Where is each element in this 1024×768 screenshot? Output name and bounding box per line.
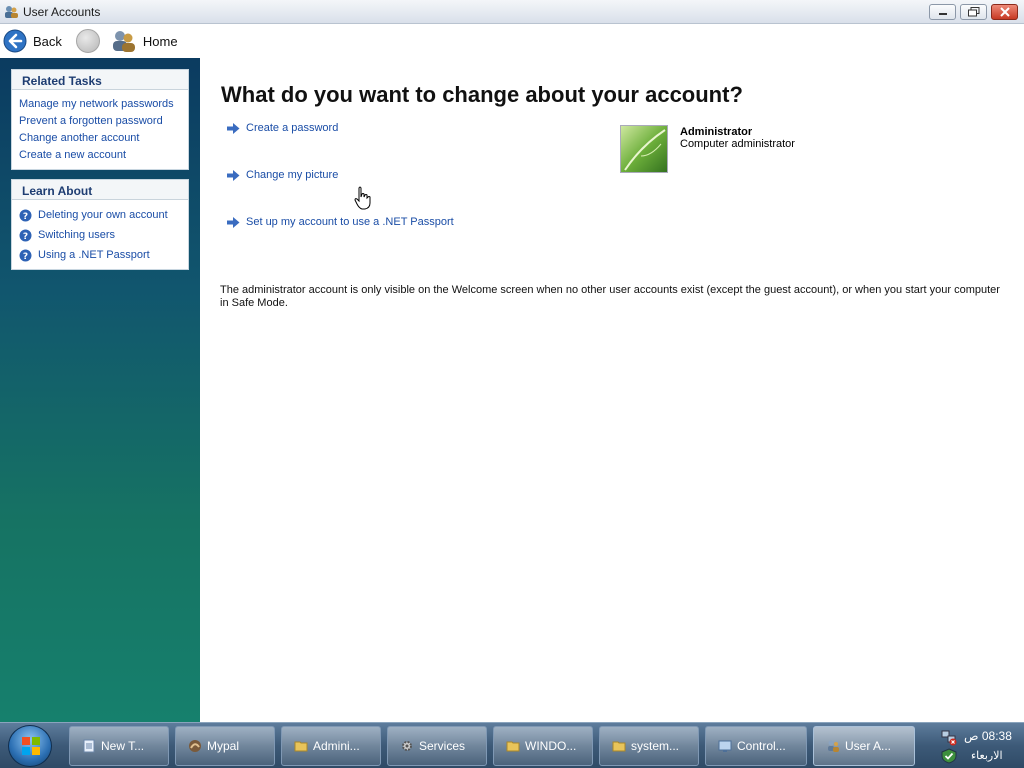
home-button[interactable]: Home xyxy=(111,29,178,53)
taskbar-button-label: Control... xyxy=(737,739,786,753)
related-tasks-panel: Related Tasks Manage my network password… xyxy=(11,69,189,170)
back-arrow-icon xyxy=(3,29,27,53)
forward-button[interactable] xyxy=(75,29,100,53)
help-icon: ? xyxy=(19,249,32,262)
restore-icon xyxy=(967,7,979,17)
create-password-label: Create a password xyxy=(246,122,339,134)
taskbar: New T... Mypal Admini... Services WINDO.… xyxy=(0,722,1024,768)
learn-about-panel: Learn About ? Deleting your own account … xyxy=(11,179,189,270)
administrator-note: The administrator account is only visibl… xyxy=(220,284,1000,309)
taskbar-button-label: WINDO... xyxy=(525,739,577,753)
network-icon[interactable] xyxy=(940,728,958,746)
windows-logo-icon xyxy=(22,737,40,755)
taskbar-button-windows[interactable]: WINDO... xyxy=(493,726,593,766)
taskbar-button-label: User A... xyxy=(845,739,892,753)
taskbar-button-label: Admini... xyxy=(313,739,360,753)
account-role: Computer administrator xyxy=(680,138,795,150)
help-icon: ? xyxy=(19,229,32,242)
net-passport-help-link[interactable]: ? Using a .NET Passport xyxy=(19,245,188,265)
back-label: Back xyxy=(33,33,62,49)
clock-time[interactable]: 08:38 ص xyxy=(964,729,1012,743)
help-icon: ? xyxy=(19,209,32,222)
deleting-account-label: Deleting your own account xyxy=(38,209,168,221)
arrow-right-icon xyxy=(227,122,240,134)
system-tray: 08:38 ص الاربعاء xyxy=(935,725,1022,767)
user-accounts-icon xyxy=(5,5,18,18)
mypal-browser-icon xyxy=(189,740,201,752)
leaf-picture-icon xyxy=(621,126,667,172)
manage-network-passwords-link[interactable]: Manage my network passwords xyxy=(19,96,188,113)
account-card: Administrator Computer administrator xyxy=(620,125,795,173)
taskbar-button-services[interactable]: Services xyxy=(387,726,487,766)
navigation-toolbar: Back Home xyxy=(0,24,1024,58)
gear-icon xyxy=(402,741,412,751)
taskbar-button-user-accounts[interactable]: User A... xyxy=(813,726,915,766)
switching-users-label: Switching users xyxy=(38,229,116,241)
folder-icon xyxy=(506,741,520,752)
svg-text:?: ? xyxy=(23,232,28,242)
taskbar-button-system[interactable]: system... xyxy=(599,726,699,766)
create-password-link[interactable]: Create a password xyxy=(227,122,338,134)
main-content: What do you want to change about your ac… xyxy=(200,58,1024,722)
title-bar: User Accounts xyxy=(0,0,1024,24)
deleting-account-link[interactable]: ? Deleting your own account xyxy=(19,205,188,225)
net-passport-help-label: Using a .NET Passport xyxy=(38,249,150,261)
learn-about-title: Learn About xyxy=(12,180,188,200)
account-name: Administrator xyxy=(680,126,753,138)
minimize-icon xyxy=(938,13,947,15)
page-title: What do you want to change about your ac… xyxy=(221,82,743,107)
change-picture-link[interactable]: Change my picture xyxy=(227,169,338,181)
notepad-icon xyxy=(83,739,95,753)
close-button[interactable] xyxy=(991,4,1018,20)
net-passport-setup-label: Set up my account to use a .NET Passport xyxy=(246,216,454,228)
hand-cursor-icon xyxy=(354,186,371,210)
window-title: User Accounts xyxy=(23,4,101,19)
switching-users-link[interactable]: ? Switching users xyxy=(19,225,188,245)
clock-day[interactable]: الاربعاء xyxy=(971,749,1003,762)
net-passport-setup-link[interactable]: Set up my account to use a .NET Passport xyxy=(227,216,454,228)
user-accounts-icon xyxy=(828,740,839,752)
svg-text:?: ? xyxy=(23,252,28,262)
taskbar-button-administrator[interactable]: Admini... xyxy=(281,726,381,766)
taskbar-button-control-panel[interactable]: Control... xyxy=(705,726,807,766)
arrow-right-icon xyxy=(227,169,240,181)
taskbar-button-mypal[interactable]: Mypal xyxy=(175,726,275,766)
arrow-right-icon xyxy=(227,216,240,228)
home-label: Home xyxy=(142,33,178,49)
taskbar-button-label: system... xyxy=(631,739,680,753)
users-home-icon xyxy=(112,31,135,52)
taskbar-button-label: Mypal xyxy=(207,739,240,753)
related-tasks-title: Related Tasks xyxy=(12,70,188,90)
taskbar-button-label: New T... xyxy=(101,739,145,753)
control-panel-icon xyxy=(718,740,732,752)
folder-icon xyxy=(612,741,626,752)
change-another-account-link[interactable]: Change another account xyxy=(19,130,188,147)
sidebar: Related Tasks Manage my network password… xyxy=(0,58,200,722)
start-button[interactable] xyxy=(8,725,52,767)
restore-button[interactable] xyxy=(960,4,987,20)
change-picture-label: Change my picture xyxy=(246,169,339,181)
create-new-account-link[interactable]: Create a new account xyxy=(19,147,188,164)
back-button[interactable]: Back xyxy=(3,29,62,53)
minimize-button[interactable] xyxy=(929,4,956,20)
folder-icon xyxy=(294,741,308,752)
svg-text:?: ? xyxy=(23,212,28,222)
close-icon xyxy=(999,7,1010,17)
taskbar-button-label: Services xyxy=(419,739,466,753)
taskbar-button-new-text[interactable]: New T... xyxy=(69,726,169,766)
prevent-forgotten-password-link[interactable]: Prevent a forgotten password xyxy=(19,113,188,130)
avatar xyxy=(620,125,668,173)
security-check-icon[interactable] xyxy=(940,748,958,764)
